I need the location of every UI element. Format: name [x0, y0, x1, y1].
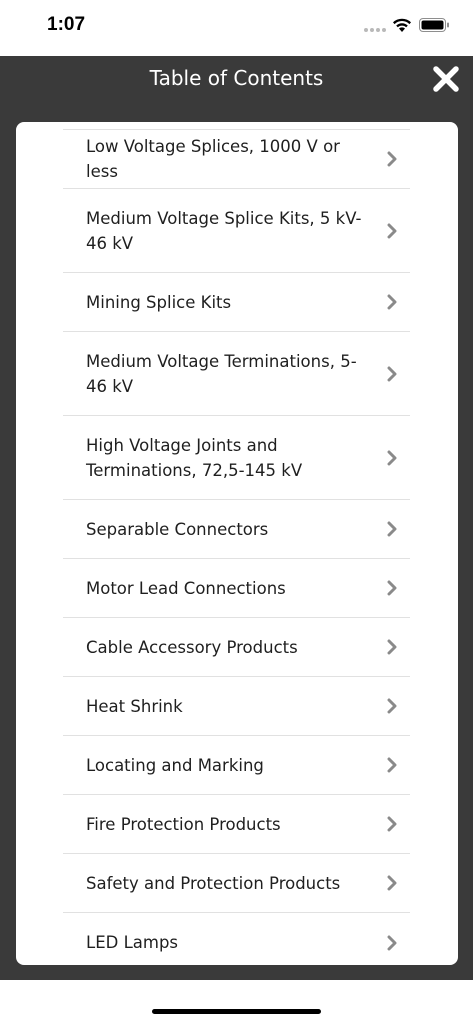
toc-item-label: Locating and Marking — [86, 755, 264, 775]
toc-item[interactable]: Mining Splice Kits — [63, 273, 410, 332]
chevron-right-icon — [387, 151, 397, 167]
chevron-right-icon — [387, 875, 397, 891]
toc-item[interactable]: Locating and Marking — [63, 736, 410, 795]
toc-item[interactable]: Motor Lead Connections — [63, 559, 410, 618]
table-of-contents-panel: Low Voltage Splices, 1000 V or less Mediu… — [16, 122, 458, 965]
toc-item-label: Separable Connectors — [86, 519, 269, 539]
toc-list: Low Voltage Splices, 1000 V or less Mediu… — [63, 130, 410, 965]
toc-item[interactable]: Heat Shrink — [63, 677, 410, 736]
toc-item[interactable]: Medium Voltage Terminations, 5-46 kV — [63, 332, 410, 416]
close-icon[interactable] — [430, 63, 462, 95]
cellular-signal-icon — [364, 28, 386, 32]
chevron-right-icon — [387, 935, 397, 950]
toc-item[interactable]: Fire Protection Products — [63, 795, 410, 854]
toc-item[interactable]: High Voltage Joints and Terminations, 72… — [63, 416, 410, 500]
battery-icon — [419, 18, 449, 32]
chevron-right-icon — [387, 366, 397, 381]
status-time: 1:07 — [47, 14, 86, 35]
page-title: Table of Contents — [149, 66, 324, 90]
toc-item[interactable]: Low Voltage Splices, 1000 V or less — [63, 130, 410, 189]
toc-item-label: Fire Protection Products — [86, 814, 281, 834]
toc-item[interactable]: Medium Voltage Splice Kits, 5 kV-46 kV — [63, 189, 410, 273]
toc-item-label: High Voltage Joints and Terminations, 72… — [86, 435, 303, 480]
toc-item[interactable]: Separable Connectors — [63, 500, 410, 559]
toc-item-label: Medium Voltage Terminations, 5-46 kV — [86, 351, 357, 396]
wifi-icon — [393, 18, 411, 32]
toc-item-label: Heat Shrink — [86, 696, 183, 716]
toc-item-label: Motor Lead Connections — [86, 578, 286, 598]
chevron-right-icon — [387, 294, 397, 310]
toc-item[interactable]: Safety and Protection Products — [63, 854, 410, 913]
toc-item[interactable]: LED Lamps — [63, 913, 410, 965]
toc-item-label: Mining Splice Kits — [86, 292, 232, 312]
chevron-right-icon — [387, 580, 397, 596]
chevron-right-icon — [387, 521, 397, 537]
chevron-right-icon — [387, 223, 397, 238]
home-indicator[interactable] — [152, 1009, 321, 1014]
toc-item-label: LED Lamps — [86, 933, 179, 952]
toc-item-label: Safety and Protection Products — [86, 873, 341, 893]
toc-item[interactable]: Cable Accessory Products — [63, 618, 410, 677]
toc-item-label: Medium Voltage Splice Kits, 5 kV-46 kV — [86, 208, 362, 253]
chevron-right-icon — [387, 639, 397, 655]
toc-item-label: Low Voltage Splices, 1000 V or less — [86, 137, 340, 181]
chevron-right-icon — [387, 450, 397, 465]
chevron-right-icon — [387, 698, 397, 714]
home-bar-area — [0, 980, 473, 1024]
chevron-right-icon — [387, 816, 397, 832]
chevron-right-icon — [387, 757, 397, 773]
toc-item-label: Cable Accessory Products — [86, 637, 298, 657]
status-bar: 1:07 — [0, 0, 473, 56]
